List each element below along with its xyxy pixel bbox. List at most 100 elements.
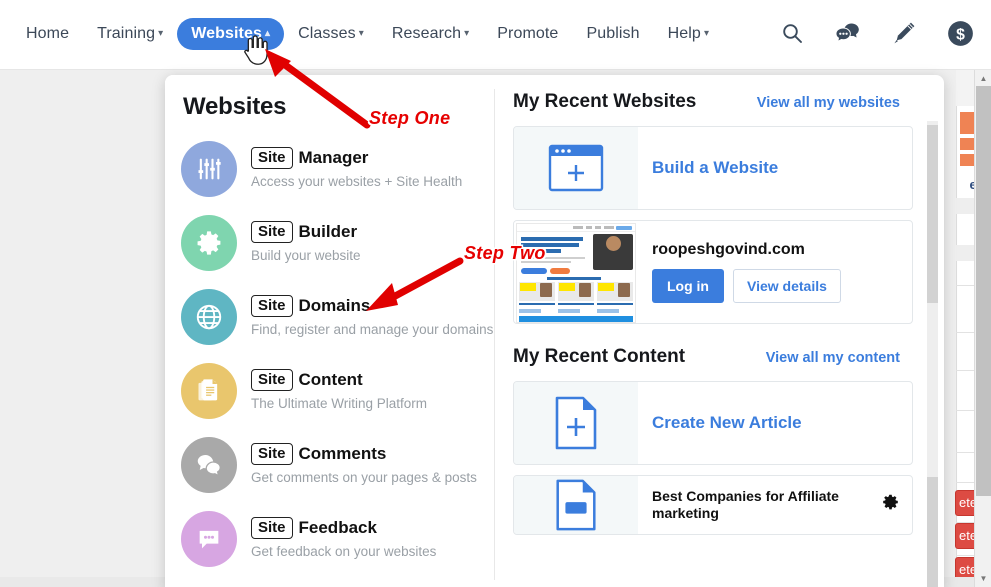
nav-item-home[interactable]: Home [12,18,83,50]
build-website-body: Build a Website [638,127,912,209]
pencil-icon[interactable] [889,18,919,48]
feedback-icon [181,511,237,567]
build-website-label[interactable]: Build a Website [652,158,778,178]
menu-item-head: Site Domains [251,295,493,318]
app-root: ers ete ete ete roope ▲ ▼ Websites [0,0,991,587]
sliders-icon [181,141,237,197]
gear-icon [181,215,237,271]
menu-item-body: Site Comments Get comments on your pages… [251,437,477,485]
menu-item-description: Get feedback on your websites [251,544,437,560]
globe-icon [181,289,237,345]
websites-dropdown-panel: Websites Site Manager Access your websit… [165,75,944,587]
menu-item-site-comments[interactable]: Site Comments Get comments on your pages… [181,431,495,505]
site-chip: Site [251,369,293,392]
menu-item-label: Domains [298,296,371,316]
top-navigation-bar: Home Training ▾ Websites ▴ Classes ▾ Res… [0,0,991,70]
svg-text:$: $ [956,26,965,43]
site-chip: Site [251,295,293,318]
scroll-up-icon[interactable]: ▲ [975,70,991,87]
create-article-card[interactable]: Create New Article [513,381,913,465]
bg-orange-block [960,112,974,134]
website-domain-name: roopeshgovind.com [652,241,805,258]
recent-websites-title: My Recent Websites [513,91,697,112]
menu-item-description: Build your website [251,248,361,264]
view-details-button[interactable]: View details [733,269,841,303]
chevron-down-icon: ▾ [158,28,164,39]
nav-item-websites[interactable]: Websites ▴ [177,18,285,50]
scroll-down-icon[interactable]: ▼ [975,570,991,587]
menu-item-label: Manager [298,148,369,168]
chat-icon[interactable] [833,18,863,48]
menu-item-site-content[interactable]: Site Content The Ultimate Writing Platfo… [181,357,495,431]
dropdown-title: Websites [183,93,287,120]
website-thumbnail [514,221,638,323]
nav-item-help[interactable]: Help ▾ [654,18,723,50]
page-scrollbar-thumb[interactable] [976,86,991,496]
recent-websites-scroll-thumb[interactable] [927,125,938,303]
nav-item-promote[interactable]: Promote [483,18,572,50]
create-article-label[interactable]: Create New Article [652,413,802,433]
nav-item-label: Home [26,25,70,42]
menu-item-site-manager[interactable]: Site Manager Access your websites + Site… [181,135,495,209]
search-icon[interactable] [777,18,807,48]
chevron-down-icon: ▾ [358,28,364,39]
chevron-down-icon: ▾ [464,28,470,39]
chevron-up-icon: ▴ [265,28,271,39]
menu-item-label: Comments [298,444,387,464]
menu-item-head: Site Comments [251,443,477,466]
menu-item-label: Feedback [298,518,377,538]
new-website-icon [514,127,638,209]
website-actions: Log in View details [652,269,841,303]
nav-icon-group: $ [777,18,975,48]
article-row[interactable]: Best Companies for Affiliate marketing [513,475,913,535]
site-chip: Site [251,517,293,540]
view-all-websites-link[interactable]: View all my websites [757,95,900,111]
recent-content-scrollbar[interactable] [927,475,938,587]
nav-item-publish[interactable]: Publish [572,18,653,50]
login-button[interactable]: Log in [652,269,724,303]
menu-item-head: Site Builder [251,221,361,244]
menu-item-body: Site Content The Ultimate Writing Platfo… [251,363,427,411]
recent-websites-header: My Recent Websites View all my websites [513,91,926,113]
dropdown-right-column: My Recent Websites View all my websites … [495,75,944,587]
menu-item-head: Site Manager [251,147,462,170]
menu-item-label: Content [298,370,363,390]
nav-item-label: Research [391,25,462,42]
menu-item-site-feedback[interactable]: Site Feedback Get feedback on your websi… [181,505,495,579]
nav-item-label: Promote [497,25,559,42]
page-scrollbar[interactable]: ▲ ▼ [974,70,991,587]
nav-item-classes[interactable]: Classes ▾ [284,18,378,50]
nav-item-label: Publish [586,25,640,42]
bg-orange-block [960,154,974,166]
menu-item-body: Site Manager Access your websites + Site… [251,141,462,189]
menu-item-site-domains[interactable]: Site Domains Find, register and manage y… [181,283,495,357]
dollar-icon[interactable]: $ [945,18,975,48]
site-chip: Site [251,221,293,244]
comments-icon [181,437,237,493]
nav-item-label: Websites [191,25,262,42]
nav-item-label: Classes [298,25,356,42]
menu-item-label: Builder [298,222,358,242]
view-all-content-link[interactable]: View all my content [766,350,900,366]
gear-icon[interactable] [881,493,900,517]
recent-content-title: My Recent Content [513,346,686,367]
recent-content-scroll-thumb[interactable] [927,477,938,587]
dropdown-left-column: Websites Site Manager Access your websit… [165,75,495,587]
menu-item-description: The Ultimate Writing Platform [251,396,428,412]
recent-content-header: My Recent Content View all my content [513,346,926,368]
documents-icon [181,363,237,419]
article-body: Best Companies for Affiliate marketing [638,476,912,534]
build-website-card[interactable]: Build a Website [513,126,913,210]
website-card-body: roopeshgovind.com Log in View details [638,221,912,323]
chevron-down-icon: ▾ [703,28,710,39]
menu-item-description: Access your websites + Site Health [251,174,463,190]
site-preview-image [516,223,636,323]
website-card: roopeshgovind.com Log in View details [513,220,913,324]
menu-item-site-builder[interactable]: Site Builder Build your website [181,209,495,283]
menu-item-body: Site Builder Build your website [251,215,361,263]
nav-item-training[interactable]: Training ▾ [83,18,177,50]
nav-item-label: Help [667,25,701,42]
menu-item-head: Site Feedback [251,517,436,540]
nav-item-research[interactable]: Research ▾ [378,18,483,50]
menu-item-body: Site Domains Find, register and manage y… [251,289,493,337]
